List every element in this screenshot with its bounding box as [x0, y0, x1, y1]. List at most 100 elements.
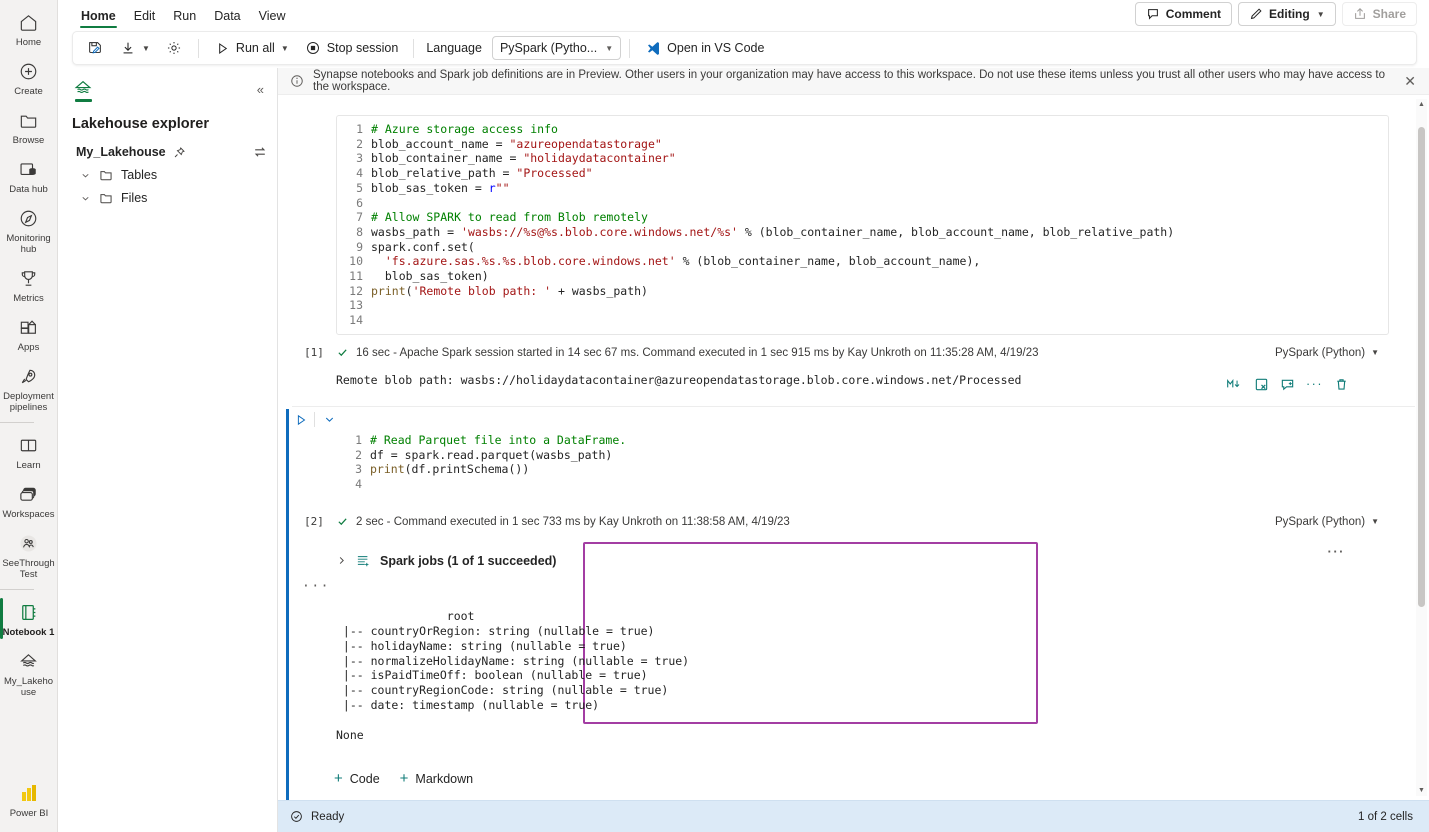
rail-item-power-bi[interactable]: Power BI — [0, 775, 58, 824]
scroll-up-arrow-icon[interactable]: ▲ — [1416, 99, 1427, 110]
lakehouse-icon — [17, 649, 41, 673]
rail-item-browse[interactable]: Browse — [0, 102, 58, 151]
rail-item-label: SeeThrough Test — [2, 558, 55, 580]
chevron-down-icon[interactable] — [80, 170, 91, 181]
add-markdown-cell-button[interactable]: + Markdown — [400, 771, 473, 786]
status-text: Ready — [311, 810, 345, 823]
rail-item-learn[interactable]: Learn — [0, 427, 58, 476]
rail-item-label: Deployment pipelines — [3, 391, 54, 413]
swap-lakehouse-icon[interactable] — [253, 145, 267, 159]
line-number: 9 — [356, 239, 363, 254]
run-all-button[interactable]: Run all ▼ — [207, 35, 296, 61]
code-text: blob_sas_token = r"" — [371, 181, 510, 196]
chevron-down-icon: ▼ — [1371, 348, 1379, 358]
code-token: df = spark.read.parquet(wasbs_path) — [370, 447, 613, 462]
code-line: 8 wasbs_path = 'wasbs://%s@%s.blob.core.w… — [337, 225, 1388, 240]
chevron-down-icon[interactable] — [80, 193, 91, 204]
notebook-cell-1: 1 # Azure storage access info 2 blob_accoun… — [278, 115, 1389, 388]
schema-output: ··· root |-- countryOrRegion: string (nu… — [278, 568, 1389, 758]
rail-divider — [0, 589, 34, 590]
line-number: 2 — [356, 136, 363, 151]
close-icon[interactable]: ✕ — [1401, 73, 1419, 90]
pin-icon[interactable] — [173, 146, 186, 159]
rail-item-data-hub[interactable]: Data hub — [0, 151, 58, 200]
collapse-explorer-button[interactable]: « — [254, 80, 267, 99]
editing-button[interactable]: Editing ▼ — [1238, 2, 1336, 26]
code-line: 7 # Allow SPARK to read from Blob remotel… — [337, 210, 1388, 225]
save-button[interactable] — [79, 35, 110, 61]
rail-item-deployment-pipelines[interactable]: Deployment pipelines — [0, 358, 58, 418]
share-button[interactable]: Share — [1341, 2, 1417, 26]
rail-item-label: My_Lakehouse — [3, 676, 54, 698]
tree-item-tables[interactable]: Tables — [58, 159, 277, 182]
notebook-canvas: Synapse notebooks and Spark job definiti… — [278, 68, 1429, 832]
rail-item-apps[interactable]: Apps — [0, 309, 58, 358]
editing-label: Editing — [1269, 7, 1310, 21]
ribbon-tab-run[interactable]: Run — [164, 7, 205, 28]
code-editor-1[interactable]: 1 # Azure storage access info 2 blob_accoun… — [336, 115, 1389, 335]
rail-bottom-section: Power BI — [0, 775, 58, 824]
tree-item-files[interactable]: Files — [58, 182, 277, 205]
rail-item-create[interactable]: Create — [0, 53, 58, 102]
cell-language-selector-2[interactable]: PySpark (Python) ▼ — [1275, 516, 1389, 528]
line-number: 3 — [355, 462, 362, 477]
line-number: 4 — [355, 476, 362, 491]
code-editor-2[interactable]: 1 # Read Parquet file into a DataFrame. 2 d… — [336, 432, 1389, 498]
notebook-scrollbar[interactable]: ▲ ▼ — [1416, 99, 1427, 796]
ribbon-tab-home[interactable]: Home — [72, 7, 125, 28]
output-more-options-icon[interactable]: ··· — [1328, 544, 1346, 559]
cell-header-divider — [314, 412, 315, 428]
output-actions-icon[interactable]: ··· — [302, 579, 330, 595]
code-token: r — [488, 180, 496, 195]
info-icon — [290, 74, 304, 88]
run-cell-button[interactable] — [292, 413, 310, 427]
stop-session-button[interactable]: Stop session — [298, 35, 406, 61]
rail-item-my-lakehouse[interactable]: My_Lakehouse — [0, 643, 58, 703]
book-icon — [17, 433, 41, 457]
cell-language-selector-1[interactable]: PySpark (Python) ▼ — [1275, 347, 1389, 359]
code-token: % (blob_container_name, blob_account_nam… — [737, 224, 1175, 239]
code-text: # Azure storage access info — [371, 122, 558, 137]
folder-icon — [99, 168, 113, 182]
open-in-vscode-button[interactable]: Open in VS Code — [638, 35, 771, 61]
code-text: blob_relative_path = "Processed" — [371, 166, 593, 181]
notebook-scroll-area: 1 # Azure storage access info 2 blob_accoun… — [278, 95, 1429, 800]
add-code-cell-button[interactable]: + Code — [334, 771, 380, 786]
language-select[interactable]: PySpark (Pytho... ▼ — [491, 36, 622, 60]
rail-item-notebook-1[interactable]: Notebook 1 — [0, 594, 58, 643]
download-button[interactable]: ▼ — [112, 35, 157, 61]
markdown-convert-icon[interactable] — [1226, 377, 1243, 391]
chevron-right-icon[interactable] — [336, 555, 347, 566]
code-token: blob_sas_token = — [371, 180, 489, 195]
plus-icon: + — [334, 770, 343, 788]
rail-item-workspaces[interactable]: Workspaces — [0, 476, 58, 525]
ribbon-tab-data[interactable]: Data — [205, 7, 249, 28]
delete-cell-icon[interactable] — [1334, 377, 1349, 392]
success-check-icon — [336, 346, 349, 359]
settings-button[interactable] — [159, 35, 190, 61]
lakehouse-row[interactable]: My_Lakehouse — [58, 132, 277, 159]
rail-item-label: Power BI — [9, 808, 49, 819]
notebook-cell-2: ··· 1 # Read Parquet file into a DataFra… — [278, 377, 1389, 800]
rail-item-monitoring-hub[interactable]: Monitoring hub — [0, 200, 58, 260]
ribbon-tab-view[interactable]: View — [250, 7, 295, 28]
rail-item-home[interactable]: Home — [0, 4, 58, 53]
clear-output-icon[interactable] — [1254, 377, 1269, 392]
rail-item-label: Home — [15, 37, 42, 48]
ribbon-tab-edit[interactable]: Edit — [125, 7, 165, 28]
code-token: blob_relative_path = — [371, 166, 517, 181]
scrollbar-thumb[interactable] — [1418, 127, 1425, 607]
cell-more-run-options-icon[interactable] — [319, 413, 339, 426]
rail-item-label: Metrics — [13, 293, 44, 304]
code-token: "Processed" — [516, 166, 593, 181]
add-comment-icon[interactable] — [1280, 377, 1295, 392]
comment-button[interactable]: Comment — [1134, 2, 1233, 26]
rail-item-metrics[interactable]: Metrics — [0, 260, 58, 309]
spark-jobs-row[interactable]: Spark jobs (1 of 1 succeeded) ··· — [278, 542, 1389, 568]
rail-item-seethrough-test[interactable]: SeeThrough Test — [0, 525, 58, 585]
compass-icon — [17, 206, 41, 230]
scroll-down-arrow-icon[interactable]: ▼ — [1416, 785, 1427, 796]
more-options-icon[interactable]: ··· — [1306, 377, 1323, 391]
cell-status-row-2: [2] 2 sec - Command executed in 1 sec 73… — [278, 510, 1389, 534]
